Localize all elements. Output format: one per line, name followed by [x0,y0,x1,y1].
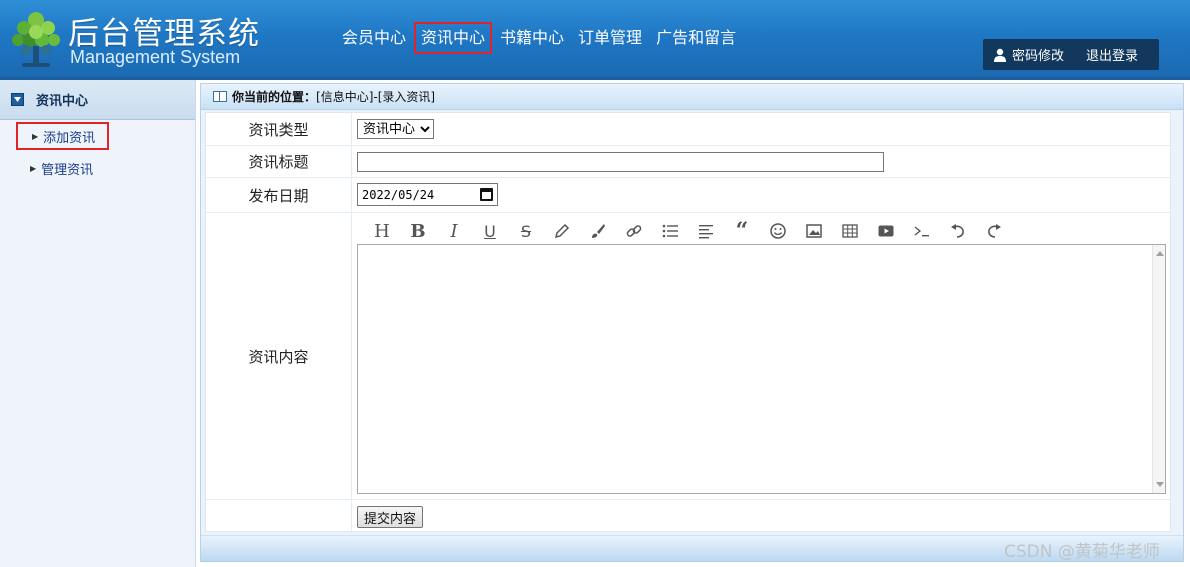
underline-icon[interactable]: U [472,218,508,244]
editor-scrollbar[interactable] [1152,245,1165,493]
undo-icon[interactable] [940,218,976,244]
sidebar-item-label: 添加资讯 [43,130,96,146]
content-cell: H B I U S “ [352,213,1170,499]
sidebar-item-manage-news[interactable]: ▶ 管理资讯 [16,154,105,182]
panel-icon [213,91,227,102]
nav-item-ads-messages[interactable]: 广告和留言 [650,22,742,54]
user-icon [994,48,1006,62]
nav-item-members[interactable]: 会员中心 [336,22,412,54]
content-editor[interactable] [357,244,1166,494]
sidebar-item-label: 管理资讯 [41,162,94,178]
form-row-content: 资讯内容 H B I U S “ [206,213,1170,500]
form-row-submit: 提交内容 [206,500,1170,533]
italic-icon[interactable]: I [436,218,472,244]
breadcrumb: 你当前的位置： [信息中心]-[录入资讯] [201,84,1183,110]
title-cell [352,146,1170,177]
heading-icon[interactable]: H [364,218,400,244]
bold-icon[interactable]: B [400,218,436,244]
title-input[interactable] [357,152,884,172]
sidebar-item-add-news[interactable]: ▶ 添加资讯 [16,122,110,150]
logout-link[interactable]: 退出登录 [1086,45,1138,64]
pencil-icon[interactable] [544,218,580,244]
sidebar: 资讯中心 ▶ 添加资讯 ▶ 管理资讯 [0,80,196,567]
brush-icon[interactable] [580,218,616,244]
nav-item-books[interactable]: 书籍中心 [494,22,570,54]
form-row-type: 资讯类型 资讯中心 [206,113,1170,146]
nav-item-orders[interactable]: 订单管理 [572,22,648,54]
title-label: 资讯标题 [206,146,352,177]
nav-item-news[interactable]: 资讯中心 [414,22,493,54]
breadcrumb-prefix: 你当前的位置： [232,90,317,104]
editor-toolbar: H B I U S “ [364,218,1012,244]
date-input[interactable]: 2022/05/24 [357,183,498,206]
emoji-icon[interactable] [760,218,796,244]
type-select[interactable]: 资讯中心 [357,119,434,139]
form-row-date: 发布日期 2022/05/24 [206,178,1170,213]
top-nav: 会员中心 资讯中心 书籍中心 订单管理 广告和留言 [336,22,744,54]
align-left-icon[interactable] [688,218,724,244]
form-row-title: 资讯标题 [206,146,1170,178]
content-label: 资讯内容 [206,213,352,499]
date-value: 2022/05/24 [362,187,435,202]
type-cell: 资讯中心 [352,113,1170,145]
news-form: 资讯类型 资讯中心 资讯标题 发布日期 2022/05/24 资讯内容 H B … [205,112,1171,533]
change-password-link[interactable]: 密码修改 [1012,45,1064,64]
video-icon[interactable] [868,218,904,244]
strikethrough-icon[interactable]: S [508,218,544,244]
redo-icon[interactable] [976,218,1012,244]
scroll-up-icon[interactable] [1156,251,1164,256]
scroll-down-icon[interactable] [1156,482,1164,487]
date-cell: 2022/05/24 [352,178,1170,212]
watermark: CSDN @黄菊华老师 [1004,542,1160,562]
bullet-triangle-icon: ▶ [32,131,39,141]
sidebar-section-title: 资讯中心 [36,94,89,109]
type-label: 资讯类型 [206,113,352,145]
submit-cell: 提交内容 [352,500,1170,533]
main-panel: 你当前的位置： [信息中心]-[录入资讯] 资讯类型 资讯中心 资讯标题 发布日… [200,83,1184,562]
sidebar-section-header[interactable]: 资讯中心 [0,80,195,120]
image-icon[interactable] [796,218,832,244]
header: 后台管理系统 Management System 会员中心 资讯中心 书籍中心 … [0,0,1190,80]
submit-label-cell [206,500,352,533]
link-icon[interactable] [616,218,652,244]
table-icon[interactable] [832,218,868,244]
quote-icon[interactable]: “ [724,218,760,244]
list-icon[interactable] [652,218,688,244]
breadcrumb-path: [信息中心]-[录入资讯] [316,90,436,104]
calendar-icon[interactable] [480,188,493,201]
submit-button[interactable]: 提交内容 [357,506,424,528]
logo-tree-icon [12,12,60,67]
collapse-icon [11,93,24,106]
date-label: 发布日期 [206,178,352,212]
code-icon[interactable] [904,218,940,244]
app-subtitle: Management System [70,47,241,67]
user-menu: 密码修改 退出登录 [983,39,1159,70]
bullet-triangle-icon: ▶ [30,163,37,173]
app-root: 后台管理系统 Management System 会员中心 资讯中心 书籍中心 … [0,0,1190,567]
